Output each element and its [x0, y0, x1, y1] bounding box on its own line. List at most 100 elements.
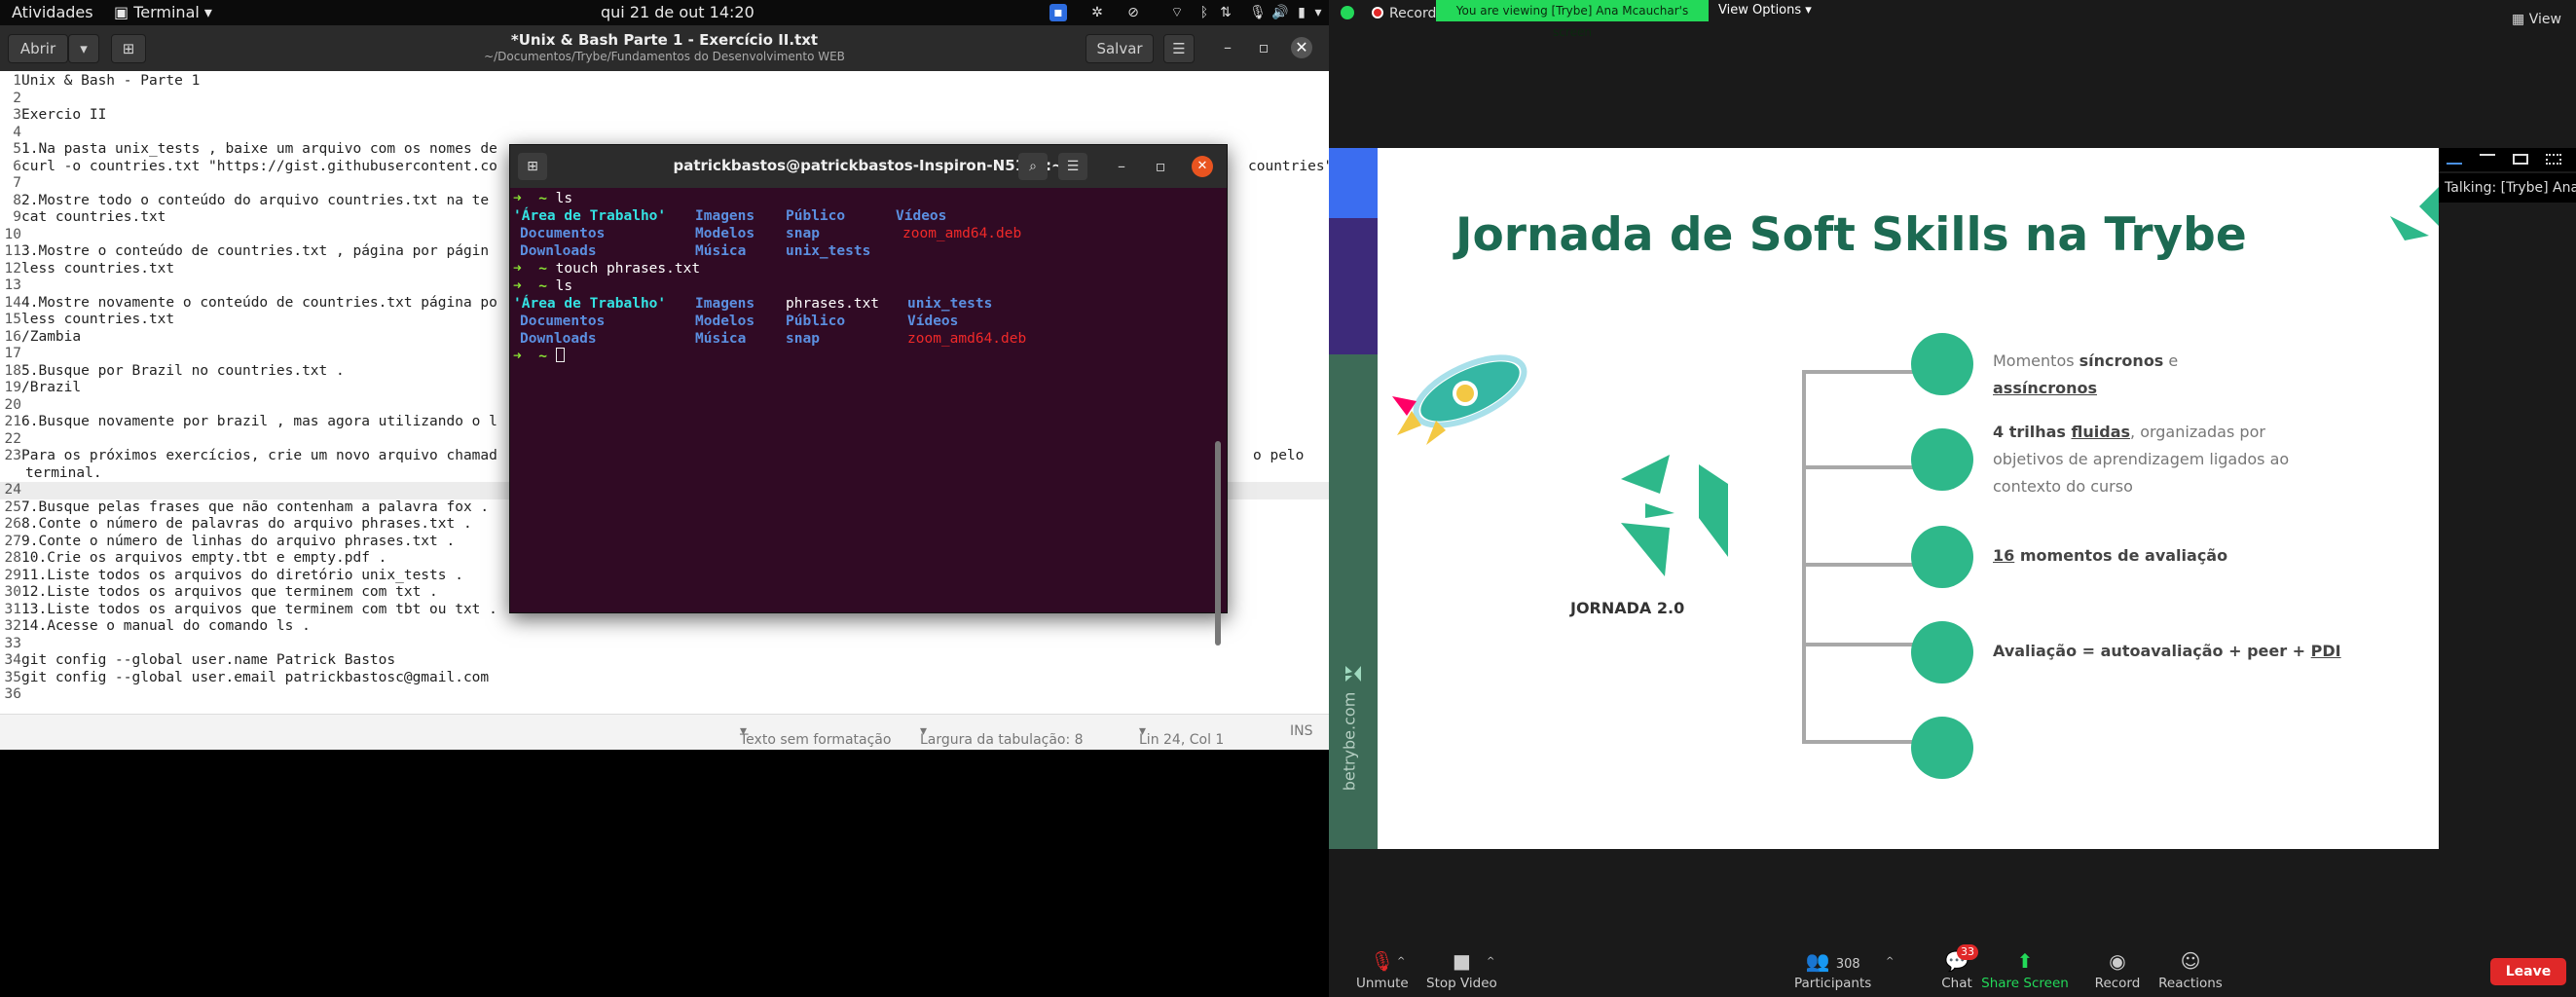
- terminal-window[interactable]: ⊞ patrickbastos@patrickbastos-Inspiron-N…: [509, 144, 1228, 646]
- line-text: 12.Liste todos os arquivos que terminem …: [21, 584, 438, 600]
- editor-line[interactable]: 9cat countries.txt: [0, 209, 166, 227]
- editor-line[interactable]: 12less countries.txt: [0, 261, 175, 278]
- terminal-scrollbar[interactable]: [1215, 441, 1221, 646]
- leave-button[interactable]: Leave: [2490, 958, 2566, 985]
- editor-line[interactable]: 4: [0, 125, 21, 142]
- minimize-icon[interactable]: –: [1217, 37, 1238, 58]
- terminal-output[interactable]: ➜ ~ ls 'Área de Trabalho' Imagens Público V…: [510, 188, 1227, 646]
- editor-line[interactable]: 257.Busque pelas frases que não contenha…: [0, 498, 490, 517]
- maximize-icon[interactable]: ▫: [1253, 37, 1274, 58]
- view-button[interactable]: ▦ View: [2512, 12, 2561, 27]
- system-menu-chevron-icon[interactable]: ▾: [1309, 4, 1327, 21]
- ls-entry: Vídeos: [896, 208, 947, 224]
- line-text: /Brazil: [21, 380, 82, 395]
- search-icon[interactable]: ⌕: [1018, 153, 1048, 180]
- reactions-icon: ☺: [2180, 949, 2201, 973]
- microphone-icon[interactable]: 🎙: [1249, 4, 1267, 21]
- editor-line[interactable]: 19/Brazil: [0, 380, 82, 397]
- editor-line[interactable]: 82.Mostre todo o conteúdo do arquivo cou…: [0, 193, 489, 210]
- battery-icon[interactable]: ▮: [1293, 4, 1310, 21]
- editor-line[interactable]: 113.Mostre o conteúdo de countries.txt ,…: [0, 243, 490, 261]
- editor-line[interactable]: 1Unix & Bash - Parte 1: [0, 73, 200, 91]
- cursor-position-selector[interactable]: Lin 24, Col 1 ▾: [1139, 723, 1224, 748]
- editor-line[interactable]: 216.Busque novamente por brazil , mas ag…: [0, 414, 497, 431]
- syntax-selector[interactable]: Texto sem formatação ▾: [740, 723, 891, 748]
- editor-line[interactable]: 7: [0, 175, 21, 193]
- editor-line[interactable]: 2810.Crie os arquivos empty.tbt e empty.…: [0, 550, 387, 568]
- line-number: 2: [13, 90, 21, 106]
- audio-options-chevron-icon[interactable]: ^: [1397, 956, 1405, 967]
- ls-entry: Downloads: [520, 243, 597, 259]
- editor-line[interactable]: 3214.Acesse o manual do comando ls .: [0, 618, 311, 636]
- clock[interactable]: qui 21 de out 14:20: [601, 3, 754, 21]
- editor-line[interactable]: 185.Busque por Brazil no countries.txt .: [0, 363, 345, 381]
- editor-line[interactable]: 10: [0, 227, 21, 244]
- editor-line[interactable]: terminal.: [0, 465, 102, 483]
- layout-side-icon[interactable]: [2513, 154, 2528, 165]
- editor-line[interactable]: 34git config --global user.name Patrick …: [0, 652, 396, 670]
- participants-button[interactable]: 👥 308 Participants: [1794, 950, 1871, 991]
- editor-line[interactable]: 23Para os próximos exercícios, crie um n…: [0, 448, 497, 465]
- line-number: 10: [4, 226, 21, 242]
- editor-line[interactable]: 2: [0, 91, 21, 108]
- editor-line[interactable]: 279.Conte o número de linhas do arquivo …: [0, 534, 456, 551]
- bluetooth-icon[interactable]: ᛒ: [1196, 4, 1213, 21]
- syntax-label: Texto sem formatação: [740, 732, 892, 748]
- video-options-chevron-icon[interactable]: ^: [1487, 956, 1494, 967]
- view-label: View: [2528, 12, 2561, 27]
- app-menu-button[interactable]: ▣ Terminal ▾: [114, 3, 212, 21]
- zoom-tray-icon[interactable]: ▪: [1049, 4, 1067, 21]
- editor-line[interactable]: 17: [0, 346, 21, 363]
- terminal-menu-icon[interactable]: ☰: [1058, 153, 1087, 180]
- layout-speaker-icon[interactable]: [2447, 154, 2462, 165]
- volume-icon[interactable]: 🔊: [1271, 4, 1289, 21]
- tab-width-selector[interactable]: Largura da tabulação: 8 ▾: [920, 723, 1084, 748]
- terminal-minimize-icon[interactable]: –: [1111, 156, 1132, 177]
- timeline-node: [1911, 526, 1973, 588]
- editor-line[interactable]: 15less countries.txt: [0, 312, 175, 329]
- layout-gallery-icon[interactable]: [2546, 154, 2561, 165]
- line-text: Para os próximos exercícios, crie um nov…: [21, 448, 497, 463]
- line-text: 5.Busque por Brazil no countries.txt .: [21, 362, 345, 379]
- no-sign-icon[interactable]: ⊘: [1124, 4, 1142, 21]
- editor-line[interactable]: 3113.Liste todos os arquivos que termine…: [0, 602, 497, 619]
- close-icon[interactable]: ✕: [1291, 37, 1312, 58]
- editor-line[interactable]: 16/Zambia: [0, 329, 82, 347]
- editor-line[interactable]: 268.Conte o número de palavras do arquiv…: [0, 516, 472, 534]
- chat-badge: 33: [1957, 944, 1978, 960]
- save-button[interactable]: Salvar: [1086, 34, 1154, 63]
- network-icon[interactable]: ⇅: [1217, 4, 1234, 21]
- editor-line[interactable]: 6curl -o countries.txt "https://gist.git…: [0, 159, 497, 176]
- line-number: 20: [4, 396, 21, 413]
- editor-line[interactable]: 13: [0, 277, 21, 295]
- wifi-icon[interactable]: ⌔: [1168, 4, 1186, 21]
- gear-icon[interactable]: ✲: [1088, 4, 1106, 21]
- line-text: 7.Busque pelas frases que não contenham …: [21, 498, 490, 515]
- hamburger-menu-icon[interactable]: ☰: [1163, 34, 1195, 63]
- editor-line[interactable]: 35git config --global user.email patrick…: [0, 670, 490, 687]
- participants-count: 308: [1835, 957, 1860, 972]
- editor-line[interactable]: 3012.Liste todos os arquivos que termine…: [0, 584, 438, 602]
- terminal-maximize-icon[interactable]: ▫: [1150, 156, 1171, 177]
- view-options-button[interactable]: View Options ▾: [1718, 3, 1812, 18]
- text-cursor: [555, 348, 565, 362]
- line-number: 25: [4, 498, 21, 515]
- editor-line[interactable]: 144.Mostre novamente o conteúdo de count…: [0, 295, 497, 313]
- activities-button[interactable]: Atividades: [12, 3, 93, 21]
- editor-line[interactable]: 33: [0, 636, 21, 653]
- ls-entry: phrases.txt: [786, 296, 880, 312]
- editor-line[interactable]: 2911.Liste todos os arquivos do diretóri…: [0, 568, 463, 585]
- editor-line[interactable]: 51.Na pasta unix_tests , baixe um arquiv…: [0, 141, 497, 159]
- ls-entry: snap: [786, 226, 820, 241]
- editor-line[interactable]: 22: [0, 431, 21, 449]
- share-screen-button[interactable]: ⬆ Share Screen: [1981, 950, 2069, 991]
- editor-line[interactable]: 36: [0, 686, 21, 704]
- terminal-close-icon[interactable]: ✕: [1192, 156, 1213, 177]
- editor-line[interactable]: 20: [0, 397, 21, 415]
- reactions-button[interactable]: ☺ Reactions: [2156, 950, 2225, 991]
- shared-slide: betrybe.com Jornada de Soft Skills na Tr…: [1329, 148, 2439, 849]
- editor-line[interactable]: 3Exercio II: [0, 107, 106, 125]
- record-button[interactable]: ◉ Record: [2088, 950, 2147, 991]
- participants-options-chevron-icon[interactable]: ^: [1886, 956, 1894, 967]
- layout-strip-icon[interactable]: [2480, 154, 2495, 165]
